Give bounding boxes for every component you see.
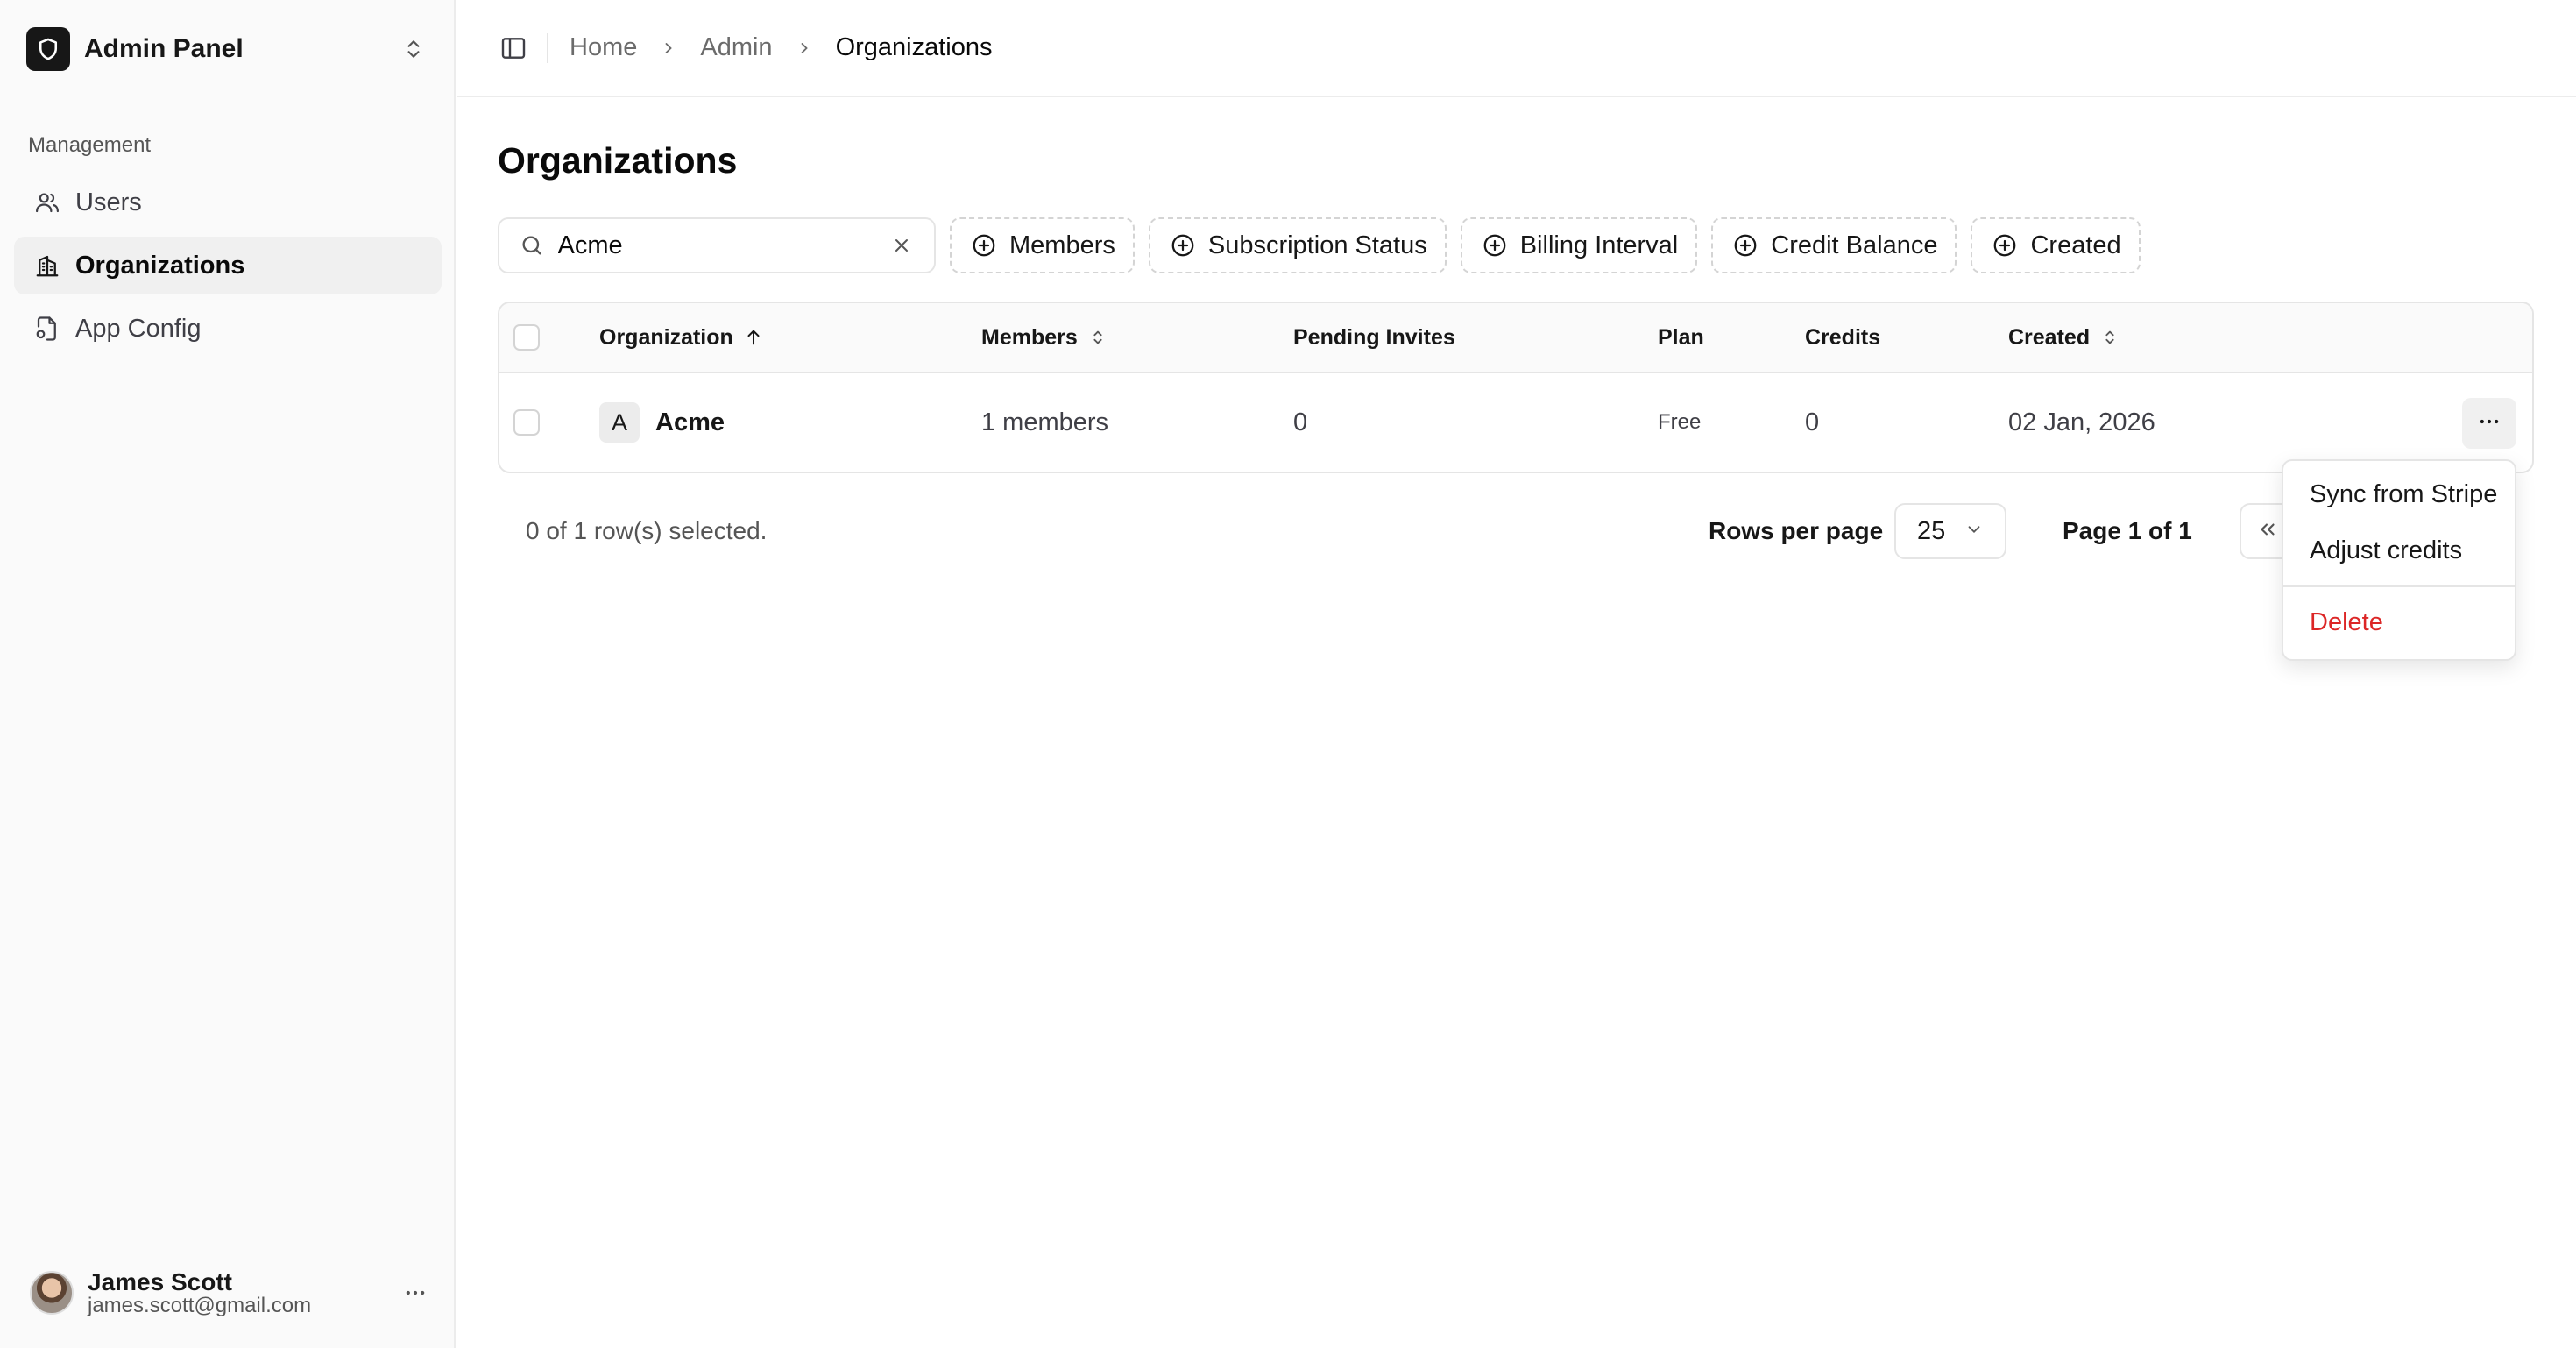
menu-divider — [2283, 585, 2515, 587]
select-all-checkbox[interactable] — [513, 324, 540, 351]
organizations-table: Organization Members Pending Invites Pla… — [498, 302, 2534, 473]
sidebar-item-app-config[interactable]: App Config — [14, 300, 442, 358]
plus-circle-icon — [969, 231, 999, 260]
sidebar-item-organizations[interactable]: Organizations — [14, 237, 442, 294]
plus-circle-icon — [1730, 231, 1760, 260]
plus-circle-icon — [1168, 231, 1198, 260]
column-label: Plan — [1658, 324, 1704, 350]
chevrons-up-down-icon — [2100, 328, 2120, 347]
chevron-right-icon — [796, 39, 813, 57]
arrow-up-icon — [744, 328, 763, 347]
column-label: Credits — [1805, 324, 1881, 350]
chevrons-up-down-icon — [398, 33, 429, 65]
column-header-created[interactable]: Created — [2008, 303, 2120, 372]
org-name[interactable]: Acme — [655, 408, 725, 437]
user-info: James Scott james.scott@gmail.com — [88, 1267, 398, 1318]
user-menu[interactable]: James Scott james.scott@gmail.com — [30, 1262, 433, 1323]
sidebar-group-label: Management — [28, 133, 152, 157]
row-actions-menu: Sync from Stripe Adjust credits Delete — [2282, 459, 2516, 661]
building-icon — [32, 250, 63, 281]
chevrons-up-down-icon — [1088, 328, 1108, 347]
sidebar-item-users[interactable]: Users — [14, 174, 442, 231]
search-box[interactable] — [498, 217, 936, 273]
sidebar-item-label: Organizations — [75, 251, 245, 280]
column-header-plan: Plan — [1658, 303, 1704, 372]
sidebar-item-label: Users — [75, 188, 142, 216]
filter-label: Billing Interval — [1519, 231, 1679, 259]
filter-created-button[interactable]: Created — [1971, 217, 2141, 273]
filter-label: Credit Balance — [1771, 231, 1938, 259]
sidebar-toggle-icon[interactable] — [496, 31, 531, 66]
sidebar-nav: Users Organizations App Config — [14, 174, 442, 363]
column-header-pending-invites: Pending Invites — [1293, 303, 1455, 372]
filter-label: Created — [2030, 231, 2121, 259]
chevron-down-icon — [1964, 517, 1984, 546]
org-avatar: A — [599, 402, 640, 443]
filter-credit-balance-button[interactable]: Credit Balance — [1711, 217, 1957, 273]
rows-per-page-value: 25 — [1917, 516, 1946, 545]
cell-pending-invites: 0 — [1293, 408, 1308, 436]
breadcrumb-admin[interactable]: Admin — [700, 33, 772, 62]
column-label: Members — [981, 324, 1078, 350]
column-label: Created — [2008, 324, 2091, 350]
column-header-organization[interactable]: Organization — [599, 303, 763, 372]
filter-billing-interval-button[interactable]: Billing Interval — [1460, 217, 1698, 273]
filter-members-button[interactable]: Members — [950, 217, 1135, 273]
row-select-cell — [513, 373, 540, 472]
rows-per-page-select[interactable]: 25 — [1894, 503, 2006, 559]
filter-label: Subscription Status — [1207, 231, 1427, 259]
page-title: Organizations — [498, 140, 738, 181]
chevrons-left-icon — [2256, 518, 2279, 545]
menu-item-delete[interactable]: Delete — [2289, 594, 2509, 650]
cell-credits: 0 — [1805, 408, 1820, 436]
menu-item-adjust-credits[interactable]: Adjust credits — [2289, 522, 2509, 578]
cell-created: 02 Jan, 2026 — [2008, 408, 2155, 436]
sidebar: Admin Panel Management Users Organizatio… — [0, 0, 456, 1348]
table-row[interactable]: A Acme 1 members 0 Free 0 02 Jan, 2026 — [499, 373, 2532, 472]
plan-label: Free — [1658, 410, 1702, 434]
filter-subscription-status-button[interactable]: Subscription Status — [1148, 217, 1447, 273]
header-divider — [547, 32, 548, 63]
row-checkbox[interactable] — [513, 409, 540, 436]
user-email: james.scott@gmail.com — [88, 1294, 312, 1318]
table-header-row: Organization Members Pending Invites Pla… — [499, 303, 2532, 373]
header: Home Admin Organizations — [457, 0, 2576, 97]
table-toolbar: Members Subscription Status Billing Inte… — [498, 217, 2155, 273]
column-header-members[interactable]: Members — [981, 303, 1108, 372]
plus-circle-icon — [1990, 231, 2020, 260]
cell-plan: Free — [1658, 373, 1701, 472]
cell-organization: A Acme — [599, 373, 725, 472]
users-icon — [32, 187, 63, 218]
brand-switcher[interactable]: Admin Panel — [26, 26, 429, 72]
breadcrumb-home[interactable]: Home — [570, 33, 637, 62]
shield-icon — [26, 27, 70, 71]
search-icon — [519, 231, 546, 260]
more-horizontal-icon — [2477, 409, 2502, 438]
column-header-credits: Credits — [1805, 303, 1880, 372]
plus-circle-icon — [1480, 231, 1510, 260]
select-all-cell — [513, 303, 540, 372]
row-actions-button[interactable] — [2462, 398, 2516, 449]
breadcrumb-current: Organizations — [835, 33, 993, 61]
user-name: James Scott — [88, 1267, 232, 1295]
search-input[interactable] — [557, 231, 888, 260]
brand-name: Admin Panel — [84, 34, 244, 63]
column-label: Pending Invites — [1293, 324, 1455, 350]
avatar — [30, 1271, 74, 1315]
file-cog-icon — [32, 313, 63, 344]
rows-per-page-label: Rows per page — [1709, 517, 1884, 544]
sidebar-item-label: App Config — [75, 314, 202, 343]
more-horizontal-icon[interactable] — [398, 1275, 433, 1310]
selection-count: 0 of 1 row(s) selected. — [526, 517, 768, 544]
chevron-right-icon — [660, 39, 677, 57]
menu-item-sync-from-stripe[interactable]: Sync from Stripe — [2289, 466, 2509, 522]
column-label: Organization — [599, 324, 733, 350]
cell-members: 1 members — [981, 408, 1109, 436]
filter-label: Members — [1009, 231, 1115, 259]
close-icon[interactable] — [888, 231, 916, 260]
page-info: Page 1 of 1 — [2063, 517, 2192, 544]
